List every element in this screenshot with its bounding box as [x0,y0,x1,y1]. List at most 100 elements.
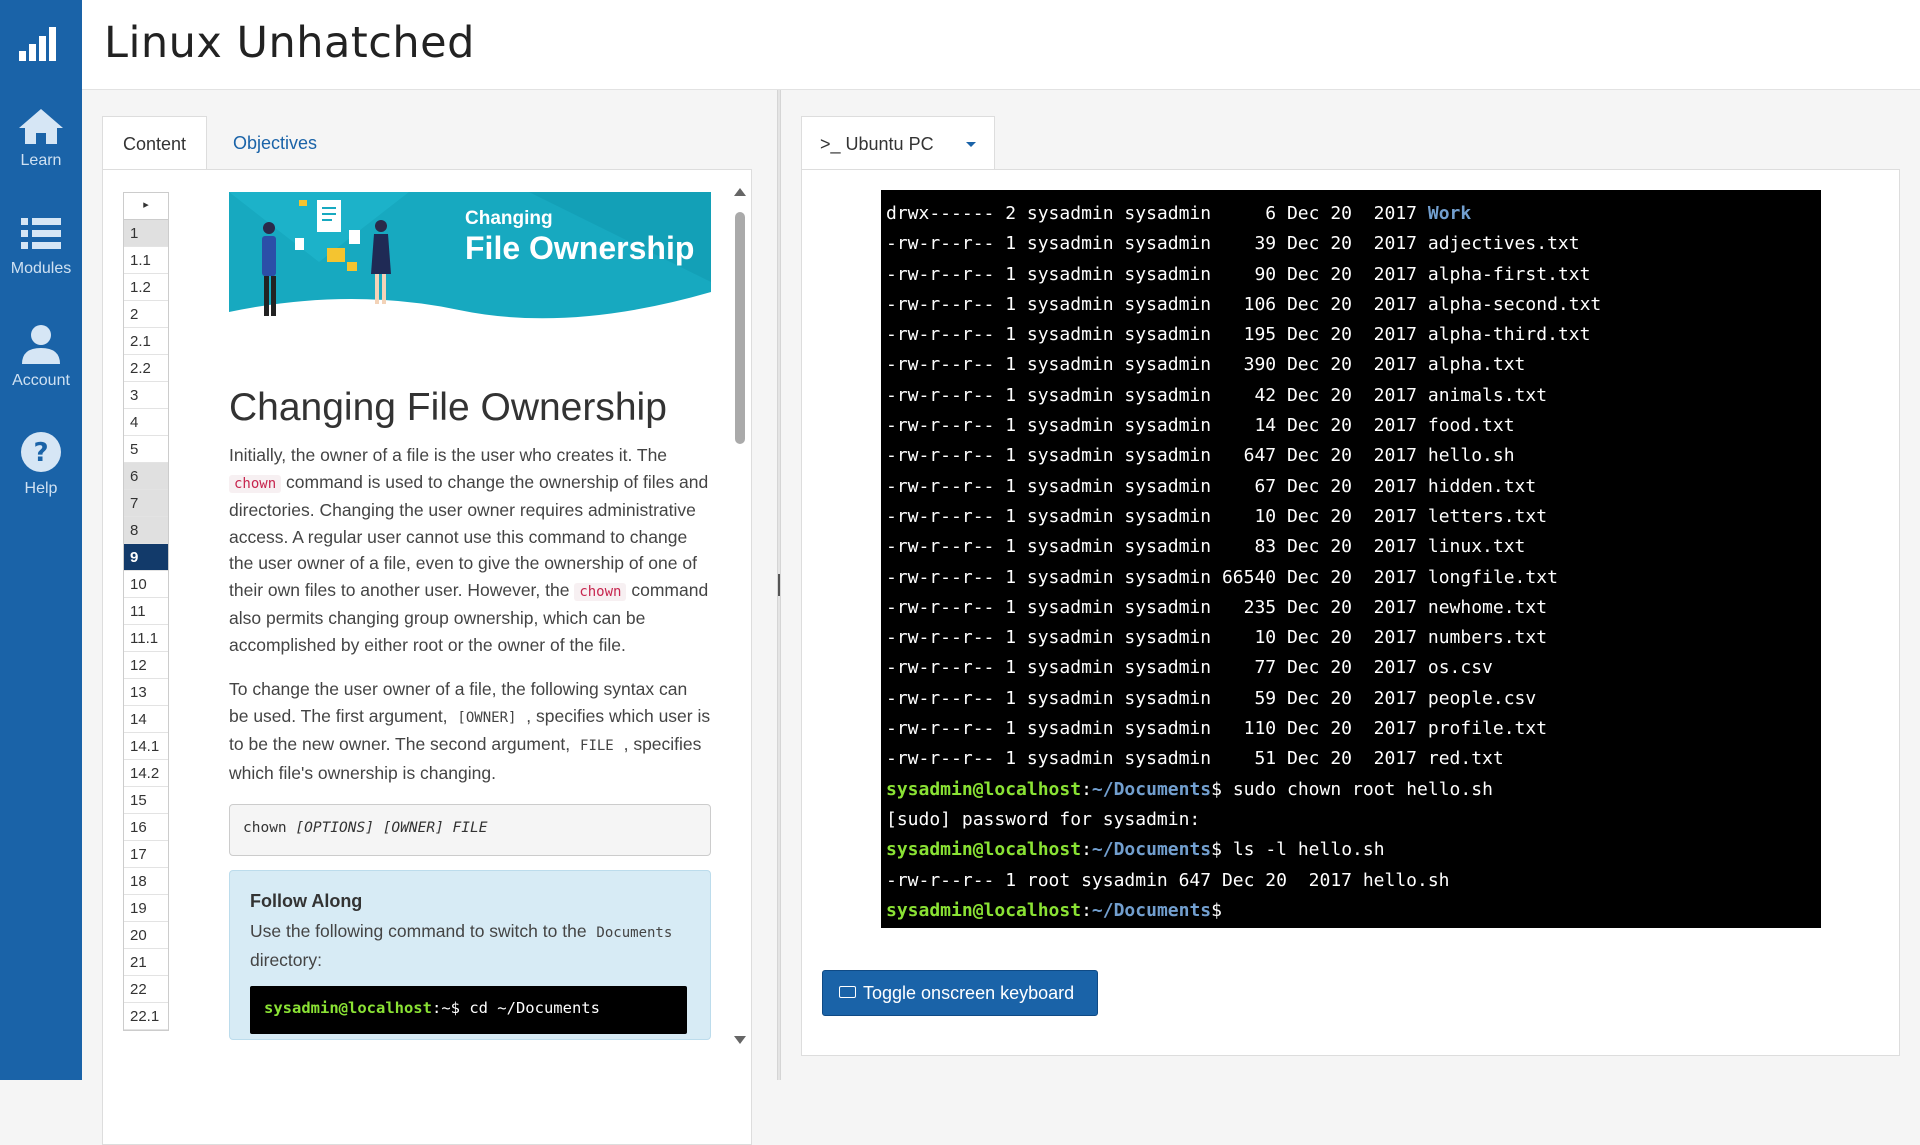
content-pane: Content Objectives ▸ 1 1.1 1.2 2 2.1 2.2 3 4 5 6 7… [82,90,777,1145]
tab-objectives[interactable]: Objectives [213,116,337,170]
toc-item[interactable]: 17 [124,841,168,868]
nav-help-label: Help [24,480,58,497]
toc-item[interactable]: 2.2 [124,355,168,382]
toc-expand-icon[interactable]: ▸ [124,193,168,220]
content-box: ▸ 1 1.1 1.2 2 2.1 2.2 3 4 5 6 7 8 9 10 11 11.1 12 13 14 14.… [102,169,752,1145]
content-scrollbar[interactable] [733,186,747,1046]
scroll-thumb[interactable] [735,212,745,444]
toggle-keyboard-button[interactable]: Toggle onscreen keyboard [822,970,1098,1016]
toc-item[interactable]: 22 [124,976,168,1003]
terminal[interactable]: drwx------ 2 sysadmin sysadmin 6 Dec 20 … [881,190,1821,928]
nav-rail: Learn Modules Account ? Help [0,0,82,1080]
terminal-listing-line: -rw-r--r-- 1 sysadmin sysadmin 51 Dec 20… [886,748,1504,770]
toc-item[interactable]: 9 [124,544,168,571]
toc-item[interactable]: 4 [124,409,168,436]
vm-tab-ubuntu-pc[interactable]: >_ Ubuntu PC [801,116,995,170]
terminal-listing-line: -rw-r--r-- 1 sysadmin sysadmin 10 Dec 20… [886,505,1548,527]
lesson-heading: Changing File Ownership [229,386,667,429]
toc-item[interactable]: 3 [124,382,168,409]
terminal-listing-line: -rw-r--r-- 1 sysadmin sysadmin 195 Dec 2… [886,324,1591,346]
nav-account-label: Account [12,372,70,389]
follow-along-title: Follow Along [250,891,363,911]
terminal-listing-line: -rw-r--r-- 1 sysadmin sysadmin 110 Dec 2… [886,718,1548,740]
vm-pane: >_ Ubuntu PC drwx------ 2 sysadmin sysad… [781,90,1920,1080]
toc-item[interactable]: 12 [124,652,168,679]
toc-item[interactable]: 14.2 [124,760,168,787]
terminal-listing-line: -rw-r--r-- 1 sysadmin sysadmin 42 Dec 20… [886,384,1548,406]
terminal-listing-line: -rw-r--r-- 1 sysadmin sysadmin 235 Dec 2… [886,596,1548,618]
toc-item[interactable]: 2 [124,301,168,328]
toc-item[interactable]: 14 [124,706,168,733]
banner-title: Changing File Ownership [465,208,694,266]
toc-item[interactable]: 6 [124,463,168,490]
toc-item[interactable]: 1 [124,220,168,247]
signal-bars-icon[interactable] [17,24,61,64]
list-icon [21,218,61,249]
toc-item[interactable]: 5 [124,436,168,463]
toc-item[interactable]: 13 [124,679,168,706]
terminal-listing-line: -rw-r--r-- 1 sysadmin sysadmin 390 Dec 2… [886,354,1526,376]
chevron-down-icon[interactable] [966,142,976,147]
lesson-paragraph-1: Initially, the owner of a file is the us… [229,445,709,655]
inline-code: [OWNER] [452,708,522,727]
toc-item[interactable]: 8 [124,517,168,544]
home-icon [19,109,63,144]
nav-modules[interactable]: Modules [0,214,82,310]
app-header: Linux Unhatched [82,0,1920,90]
follow-along-command[interactable]: sysadmin@localhost:~$ cd ~/Documents [250,986,687,1034]
terminal-listing-line: -rw-r--r-- 1 sysadmin sysadmin 67 Dec 20… [886,475,1537,497]
inline-code: FILE [575,737,619,755]
banner-line1: Changing [465,208,553,229]
toggle-keyboard-label: Toggle onscreen keyboard [863,983,1075,1003]
toc-item[interactable]: 20 [124,922,168,949]
terminal-listing-line: -rw-r--r-- 1 sysadmin sysadmin 106 Dec 2… [886,293,1602,315]
inline-code: Documents [596,925,673,941]
terminal-command-line: sysadmin@localhost:~/Documents$ sudo cho… [886,778,1493,800]
terminal-output-line: -rw-r--r-- 1 root sysadmin 647 Dec 20 20… [886,869,1450,891]
inline-code: chown [229,474,282,493]
syntax-block: chown [OPTIONS] [OWNER] FILE [229,804,711,856]
toc-item[interactable]: 18 [124,868,168,895]
follow-along-text: Use the following command to switch to t… [250,918,690,974]
vm-box: drwx------ 2 sysadmin sysadmin 6 Dec 20 … [801,169,1900,1056]
terminal-listing-line: drwx------ 2 sysadmin sysadmin 6 Dec 20 … [886,203,1472,224]
toc-item[interactable]: 2.1 [124,328,168,355]
banner-line2: File Ownership [465,230,695,266]
terminal-listing-line: -rw-r--r-- 1 sysadmin sysadmin 66540 Dec… [886,566,1558,588]
toc-item[interactable]: 19 [124,895,168,922]
toc-item[interactable]: 7 [124,490,168,517]
table-of-contents: ▸ 1 1.1 1.2 2 2.1 2.2 3 4 5 6 7 8 9 10 11 11.1 12 13 14 14.… [123,192,169,1031]
toc-item[interactable]: 1.1 [124,247,168,274]
nav-help[interactable]: ? Help [0,430,82,526]
toc-item[interactable]: 22.1 [124,1003,168,1030]
nav-learn[interactable]: Learn [0,106,82,202]
nav-modules-label: Modules [10,260,72,277]
svg-text:?: ? [33,438,48,468]
nav-account[interactable]: Account [0,322,82,418]
lesson-article: Changing File Ownership Changing File Ow… [229,192,711,1040]
toc-item[interactable]: 11 [124,598,168,625]
lesson-banner: Changing File Ownership [229,192,711,344]
scroll-up-icon[interactable] [733,186,747,198]
toc-item[interactable]: 11.1 [124,625,168,652]
terminal-listing-line: -rw-r--r-- 1 sysadmin sysadmin 14 Dec 20… [886,415,1515,437]
vm-tab-label: >_ Ubuntu PC [820,134,934,154]
terminal-output-line: [sudo] password for sysadmin: [886,808,1201,830]
toc-item[interactable]: 14.1 [124,733,168,760]
tab-content[interactable]: Content [102,116,207,170]
terminal-listing-line: -rw-r--r-- 1 sysadmin sysadmin 647 Dec 2… [886,445,1515,467]
toc-item[interactable]: 21 [124,949,168,976]
keyboard-icon [839,986,856,998]
lesson-paragraph-2: To change the user owner of a file, the … [229,679,711,783]
terminal-listing-line: -rw-r--r-- 1 sysadmin sysadmin 77 Dec 20… [886,657,1493,679]
toc-item[interactable]: 10 [124,571,168,598]
follow-along-box: Follow Along Use the following command t… [229,870,711,1040]
toc-item[interactable]: 15 [124,787,168,814]
divider-grip[interactable] [778,574,780,596]
terminal-command-line: sysadmin@localhost:~/Documents$ ls -l he… [886,839,1385,861]
terminal-prompt-line: sysadmin@localhost:~/Documents$ [886,899,1222,921]
terminal-listing-line: -rw-r--r-- 1 sysadmin sysadmin 10 Dec 20… [886,627,1548,649]
scroll-down-icon[interactable] [733,1034,747,1046]
toc-item[interactable]: 1.2 [124,274,168,301]
toc-item[interactable]: 16 [124,814,168,841]
